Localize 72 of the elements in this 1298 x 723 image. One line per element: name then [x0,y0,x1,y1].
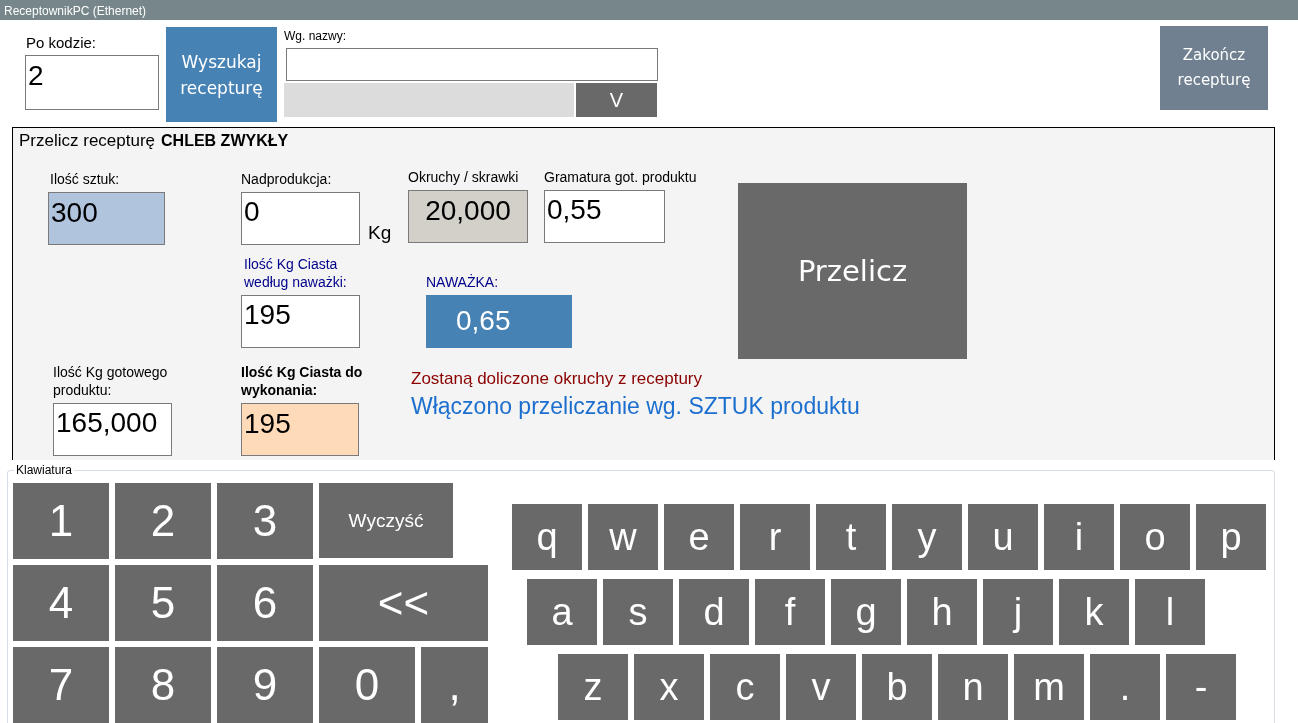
keypad-key[interactable]: , [421,647,488,723]
pieces-value: 300 [48,192,165,245]
portion-label: NAWAŻKA: [426,274,500,292]
keyboard-key[interactable]: w [588,504,658,570]
crumbs-note: Zostaną doliczone okruchy z receptury [411,369,704,389]
name-label: Wg. nazwy: [284,29,347,45]
keyboard-key[interactable]: q [512,504,582,570]
keyboard-key[interactable]: p [1196,504,1266,570]
keypad-key[interactable]: 4 [13,565,109,641]
keyboard-key[interactable]: k [1059,579,1129,645]
keyboard-key[interactable]: z [558,654,628,720]
keypad-key[interactable]: 3 [217,483,313,559]
keyboard-key[interactable]: . [1090,654,1160,720]
finish-recipe-button[interactable]: Zakończ recepturę [1160,26,1268,110]
keyboard-key[interactable]: y [892,504,962,570]
name-search-field[interactable] [286,48,658,81]
keyboard-legend: Klawiatura [14,463,75,477]
keypad-key[interactable]: 1 [13,483,109,559]
keyboard-key[interactable]: x [634,654,704,720]
keyboard-key[interactable]: d [679,579,749,645]
keyboard-key[interactable]: a [527,579,597,645]
portion-value: 0,65 [426,295,572,348]
weight-label: Gramatura got. produktu [544,169,698,187]
keyboard-key[interactable]: n [938,654,1008,720]
recalculate-button[interactable]: Przelicz [738,183,967,359]
weight-field[interactable]: 0,55 [544,190,665,243]
dough-to-make-value: 195 [241,403,359,456]
keyboard-key[interactable]: f [755,579,825,645]
keyboard-key[interactable]: v [786,654,856,720]
search-recipe-button[interactable]: Wyszukaj recepturę [166,27,277,122]
keyboard-key[interactable]: - [1166,654,1236,720]
keypad-key[interactable]: 7 [13,647,109,723]
keyboard-key[interactable]: c [710,654,780,720]
keyboard-key[interactable]: b [862,654,932,720]
finished-kg-label: Ilość Kg gotowego produktu: [53,363,169,400]
dough-by-portion-field[interactable]: 195 [241,295,360,348]
keyboard-key[interactable]: i [1044,504,1114,570]
keyboard-key[interactable]: r [740,504,810,570]
keypad-key[interactable]: 2 [115,483,211,559]
keyboard-key[interactable]: o [1120,504,1190,570]
overproduction-field[interactable]: 0 [241,192,360,245]
panel-title: Przelicz recepturę [19,131,156,150]
dropdown-button[interactable]: V [576,83,657,117]
keyboard-key[interactable]: g [831,579,901,645]
finished-kg-field[interactable]: 165,000 [53,403,172,456]
keyboard-key[interactable]: t [816,504,886,570]
code-field[interactable]: 2 [25,55,159,110]
dough-by-portion-label: Ilość Kg Ciasta według naważki: [244,255,348,292]
recipe-name: CHLEB ZWYKŁY [161,132,289,149]
keyboard-key[interactable]: e [664,504,734,570]
mode-note: Włączono przeliczanie wg. SZTUK produktu [411,393,861,420]
keypad-key[interactable]: 9 [217,647,313,723]
keyboard-key[interactable]: s [603,579,673,645]
unit-label: Kg [368,222,392,244]
overproduction-label: Nadprodukcja: [241,171,333,189]
keyboard-key[interactable]: m [1014,654,1084,720]
keypad-key[interactable]: 5 [115,565,211,641]
keyboard-key[interactable]: j [983,579,1053,645]
keyboard-key[interactable]: u [968,504,1038,570]
window-title: ReceptownikPC (Ethernet) [4,4,147,18]
crumbs-value: 20,000 [408,190,528,243]
dough-to-make-label: Ilość Kg Ciasta do wykonania: [241,363,364,400]
keyboard-key[interactable]: l [1135,579,1205,645]
keypad-key[interactable]: Wyczyść [319,483,453,558]
crumbs-label: Okruchy / skrawki [408,169,520,187]
code-label: Po kodzie: [26,34,98,53]
keypad-key[interactable]: 8 [115,647,211,723]
keypad-key[interactable]: 0 [319,647,415,723]
pieces-label: Ilość sztuk: [50,171,121,189]
keyboard-key[interactable]: h [907,579,977,645]
keypad-key[interactable]: 6 [217,565,313,641]
keypad-key[interactable]: << [319,565,488,641]
